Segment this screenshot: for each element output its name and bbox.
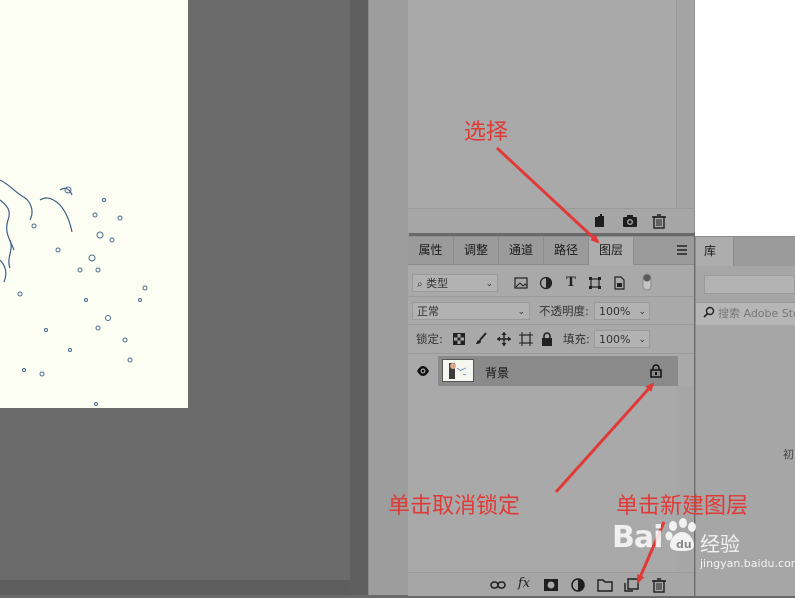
annotation-new-layer: 单击新建图层 — [616, 494, 749, 519]
annotation-unlock: 单击取消锁定 — [388, 494, 521, 519]
watermark-brand: Bai — [612, 520, 663, 555]
watermark-url: jingyan.baidu.com — [700, 557, 795, 570]
svg-text:du: du — [676, 538, 692, 551]
watermark-product: 经验 — [700, 532, 740, 556]
paw-logo-icon: du — [664, 518, 700, 555]
arrow-to-layers-tab — [495, 146, 600, 244]
annotation-select: 选择 — [464, 120, 509, 145]
arrow-to-lock — [554, 382, 655, 494]
